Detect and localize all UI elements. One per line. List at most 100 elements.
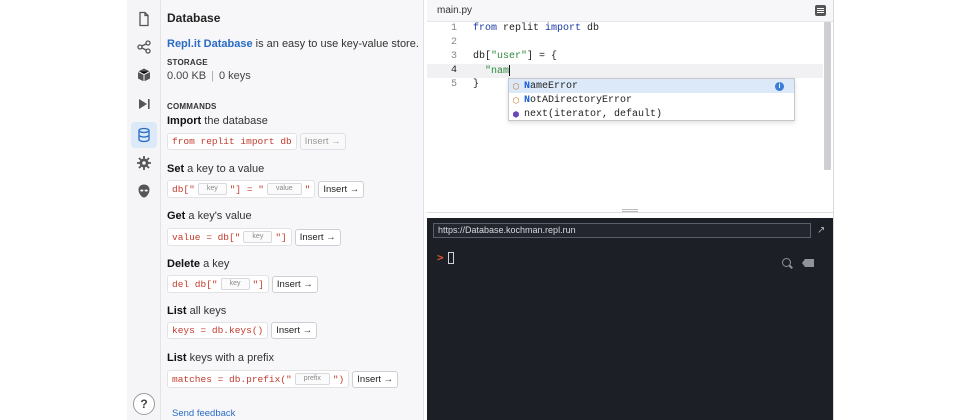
autocomplete-item[interactable]: ⬡ NameError i	[509, 79, 794, 93]
database-docs-link[interactable]: Repl.it Database	[167, 38, 253, 50]
command-desc: the database	[201, 115, 268, 127]
send-feedback-link[interactable]: Send feedback	[172, 408, 235, 419]
description-text: is an easy to use key-value store.	[252, 38, 419, 50]
code-line: "nam	[473, 65, 511, 78]
class-icon: ⬡	[512, 81, 520, 91]
line-number: 5	[450, 79, 457, 90]
code-text: replit	[497, 23, 546, 34]
command-desc: a key	[200, 258, 230, 270]
play-icon[interactable]	[131, 91, 157, 117]
key-placeholder[interactable]: key	[220, 278, 250, 290]
storage-label: STORAGE	[167, 58, 208, 67]
editor-scrollbar[interactable]	[824, 22, 831, 170]
line-number: 4	[450, 65, 457, 76]
code-snippet: matches = db.prefix(" prefix ")	[167, 370, 350, 388]
code-line: from replit import db	[473, 23, 599, 34]
code-snippet: value = db[" key "]	[167, 228, 292, 246]
line-number: 2	[450, 37, 457, 48]
code-text: "] = "	[229, 183, 264, 195]
code-text: "	[304, 183, 311, 195]
code-snippet: db[" key "] = " value "	[167, 180, 316, 198]
insert-button[interactable]: Insert →	[352, 370, 399, 388]
console-pane: https://Database.kochman.repl.run ↗ >	[427, 218, 833, 420]
insert-button[interactable]: Insert →	[271, 322, 318, 339]
command-verb: List	[167, 352, 187, 364]
database-panel: Database Repl.it Database is an easy to …	[161, 0, 424, 420]
right-border	[833, 0, 834, 420]
info-icon[interactable]: i	[775, 82, 784, 91]
code-text: db	[581, 23, 600, 34]
command-desc: all keys	[186, 305, 227, 317]
function-icon: ⬢	[512, 109, 520, 119]
code-snippet: from replit import db	[167, 133, 297, 150]
command-snippet-row: keys = db.keys() Insert →	[167, 322, 318, 339]
autocomplete-item[interactable]: ⬡ NotADirectoryError	[509, 93, 794, 107]
command-verb: Delete	[167, 258, 201, 270]
replit-workspace: ? Database Repl.it Database is an easy t…	[0, 0, 960, 420]
code-text: db[	[473, 51, 492, 62]
search-icon[interactable]	[782, 258, 791, 267]
command-snippet-row: matches = db.prefix(" prefix ") Insert →	[167, 370, 399, 388]
package-icon[interactable]	[131, 62, 157, 88]
alien-icon[interactable]	[131, 178, 157, 204]
class-icon: ⬡	[512, 95, 520, 105]
clear-console-icon[interactable]	[802, 259, 814, 267]
key-placeholder[interactable]: key	[197, 183, 227, 195]
command-title: List all keys	[167, 305, 226, 317]
tab-main-py[interactable]: main.py	[437, 5, 472, 16]
database-icon[interactable]	[131, 122, 157, 148]
code-text: "]	[252, 278, 264, 290]
keyword: from	[473, 23, 498, 34]
menu-icon[interactable]	[815, 5, 826, 16]
repl-url-field[interactable]: https://Database.kochman.repl.run	[433, 223, 811, 238]
command-verb: List	[167, 305, 187, 317]
open-external-icon[interactable]: ↗	[817, 225, 828, 236]
key-placeholder[interactable]: key	[243, 231, 273, 243]
line-number: 3	[450, 51, 457, 62]
panel-description: Repl.it Database is an easy to use key-v…	[167, 38, 419, 50]
line-number: 1	[450, 23, 457, 34]
storage-separator: |	[211, 70, 214, 82]
help-button[interactable]: ?	[133, 393, 155, 415]
command-title: Set a key to a value	[167, 163, 264, 175]
insert-button[interactable]: Insert →	[318, 180, 365, 198]
command-desc: keys with a prefix	[186, 352, 274, 364]
code-text: ")	[332, 373, 345, 385]
code-line: db["user"] = {	[473, 51, 557, 62]
string-literal: "nam	[473, 66, 510, 78]
command-snippet-row: del db[" key "] Insert →	[167, 275, 318, 293]
code-text: del db["	[172, 278, 218, 290]
prefix-placeholder[interactable]: prefix	[294, 373, 330, 385]
code-text: keys = db.keys()	[172, 325, 264, 336]
file-icon[interactable]	[131, 6, 157, 32]
code-text: ] = {	[527, 51, 558, 62]
storage-info: 0.00 KB | 0 keys	[167, 70, 251, 82]
command-title: Import the database	[167, 115, 268, 127]
command-verb: Get	[167, 210, 186, 222]
code-line: }	[473, 79, 480, 90]
command-verb: Import	[167, 115, 202, 127]
insert-button[interactable]: Insert →	[299, 133, 346, 150]
autocomplete-item[interactable]: ⬢ next(iterator, default)	[509, 107, 794, 121]
gear-icon[interactable]	[131, 150, 157, 176]
code-text: from replit import db	[172, 136, 292, 147]
code-snippet: del db[" key "]	[167, 275, 269, 293]
code-snippet: keys = db.keys()	[167, 322, 269, 339]
share-icon[interactable]	[131, 34, 157, 60]
console-prompt: >	[437, 251, 444, 264]
editor-tabbar: main.py	[427, 0, 833, 22]
autocomplete-popup: ⬡ NameError i ⬡ NotADirectoryError ⬢ next(i…	[508, 78, 795, 121]
storage-size: 0.00 KB	[167, 70, 207, 82]
code-text: matches = db.prefix("	[172, 373, 292, 385]
commands-label: COMMANDS	[167, 102, 217, 111]
command-desc: a key to a value	[184, 163, 265, 175]
suggestion-text: otADirectoryError	[530, 94, 633, 106]
value-placeholder[interactable]: value	[266, 183, 302, 195]
pane-resize-handle[interactable]	[622, 209, 638, 212]
suggestion-text: ameError	[530, 80, 579, 92]
insert-button[interactable]: Insert →	[271, 275, 318, 293]
insert-button[interactable]: Insert →	[294, 228, 341, 246]
code-text: "]	[275, 231, 287, 243]
storage-keys: 0 keys	[219, 70, 251, 82]
string-literal: "user"	[491, 51, 528, 62]
